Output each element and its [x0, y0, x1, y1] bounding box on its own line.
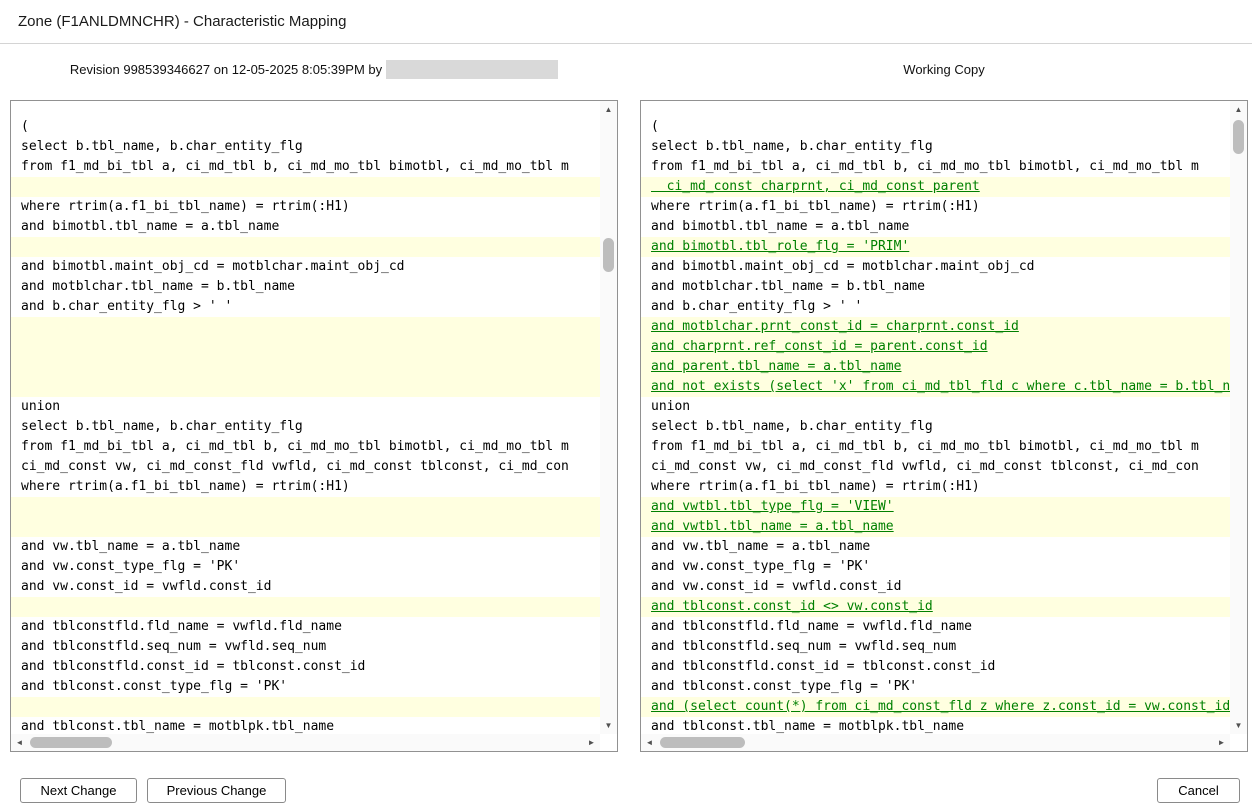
code-line: from f1_md_bi_tbl a, ci_md_tbl b, ci_md_… — [641, 437, 1230, 457]
code-line — [11, 497, 600, 517]
code-line: from f1_md_bi_tbl a, ci_md_tbl b, ci_md_… — [641, 157, 1230, 177]
code-line: and tblconstfld.const_id = tblconst.cons… — [11, 657, 600, 677]
code-line — [11, 517, 600, 537]
previous-change-button[interactable]: Previous Change — [147, 778, 286, 803]
code-line: and bimotbl.maint_obj_cd = motblchar.mai… — [641, 257, 1230, 277]
revision-header: Revision 998539346627 on 12-05-2025 8:05… — [10, 58, 618, 80]
page-title: Zone (F1ANLDMNCHR) - Characteristic Mapp… — [18, 13, 346, 30]
code-line: ci_md_const vw, ci_md_const_fld vwfld, c… — [11, 457, 600, 477]
scroll-down-arrow-icon[interactable]: ▼ — [1230, 717, 1247, 734]
code-line: and (select count(*) from ci_md_const_fl… — [641, 697, 1230, 717]
working-copy-code-area[interactable]: (select b.tbl_name, b.char_entity_flgfro… — [641, 101, 1230, 734]
redacted-username — [386, 60, 558, 79]
scroll-up-arrow-icon[interactable]: ▲ — [600, 101, 617, 118]
code-line: select b.tbl_name, b.char_entity_flg — [641, 417, 1230, 437]
code-line: and vwtbl.tbl_name = a.tbl_name — [641, 517, 1230, 537]
code-line: from f1_md_bi_tbl a, ci_md_tbl b, ci_md_… — [11, 157, 600, 177]
code-line — [11, 337, 600, 357]
code-line: and bimotbl.tbl_name = a.tbl_name — [641, 217, 1230, 237]
code-line — [11, 237, 600, 257]
code-line: and tblconst.const_type_flg = 'PK' — [641, 677, 1230, 697]
working-copy-vertical-scrollbar[interactable]: ▲ ▼ — [1230, 101, 1247, 734]
code-line: and tblconst.tbl_name = motblpk.tbl_name — [11, 717, 600, 734]
code-line: ( — [641, 117, 1230, 137]
scroll-down-arrow-icon[interactable]: ▼ — [600, 717, 617, 734]
diff-panel-revision: (select b.tbl_name, b.char_entity_flgfro… — [10, 100, 618, 752]
code-line: and motblchar.tbl_name = b.tbl_name — [641, 277, 1230, 297]
code-line: and vw.const_id = vwfld.const_id — [641, 577, 1230, 597]
code-line: select b.tbl_name, b.char_entity_flg — [641, 137, 1230, 157]
revision-horizontal-scrollbar[interactable]: ◄ ► — [11, 734, 600, 751]
code-line — [11, 357, 600, 377]
scroll-up-arrow-icon[interactable]: ▲ — [1230, 101, 1247, 118]
code-line: and vw.tbl_name = a.tbl_name — [11, 537, 600, 557]
code-line: ( — [11, 117, 600, 137]
code-line: and b.char_entity_flg > ' ' — [11, 297, 600, 317]
revision-label: Revision 998539346627 on 12-05-2025 8:05… — [70, 62, 382, 77]
working-copy-horizontal-scrollbar[interactable]: ◄ ► — [641, 734, 1230, 751]
scroll-right-arrow-icon[interactable]: ► — [583, 734, 600, 751]
code-line: select b.tbl_name, b.char_entity_flg — [11, 137, 600, 157]
scroll-left-arrow-icon[interactable]: ◄ — [641, 734, 658, 751]
revision-code-area[interactable]: (select b.tbl_name, b.char_entity_flgfro… — [11, 101, 600, 734]
code-line: and tblconstfld.fld_name = vwfld.fld_nam… — [641, 617, 1230, 637]
code-line: and tblconst.const_id <> vw.const_id — [641, 597, 1230, 617]
code-line: and motblchar.tbl_name = b.tbl_name — [11, 277, 600, 297]
code-line: and tblconst.const_type_flg = 'PK' — [11, 677, 600, 697]
revision-vertical-scrollbar[interactable]: ▲ ▼ — [600, 101, 617, 734]
working-copy-label: Working Copy — [903, 62, 984, 77]
code-line: and bimotbl.tbl_name = a.tbl_name — [11, 217, 600, 237]
code-line: and b.char_entity_flg > ' ' — [641, 297, 1230, 317]
code-line: and vw.const_type_flg = 'PK' — [11, 557, 600, 577]
code-line: union — [11, 397, 600, 417]
code-line: and not exists (select 'x' from ci_md_tb… — [641, 377, 1230, 397]
code-line: where rtrim(a.f1_bi_tbl_name) = rtrim(:H… — [641, 477, 1230, 497]
code-line: and bimotbl.tbl_role_flg = 'PRIM' — [641, 237, 1230, 257]
code-line: and parent.tbl_name = a.tbl_name — [641, 357, 1230, 377]
code-line — [11, 597, 600, 617]
code-line: union — [641, 397, 1230, 417]
diff-panel-working-copy: (select b.tbl_name, b.char_entity_flgfro… — [640, 100, 1248, 752]
code-line: and tblconstfld.seq_num = vwfld.seq_num — [641, 637, 1230, 657]
code-line: and vw.const_id = vwfld.const_id — [11, 577, 600, 597]
scroll-right-arrow-icon[interactable]: ► — [1213, 734, 1230, 751]
code-line: ci_md_const charprnt, ci_md_const parent — [641, 177, 1230, 197]
code-line: and tblconst.tbl_name = motblpk.tbl_name — [641, 717, 1230, 734]
code-line — [11, 317, 600, 337]
code-line: where rtrim(a.f1_bi_tbl_name) = rtrim(:H… — [641, 197, 1230, 217]
horizontal-scroll-thumb[interactable] — [660, 737, 745, 748]
next-change-button[interactable]: Next Change — [20, 778, 137, 803]
code-line: where rtrim(a.f1_bi_tbl_name) = rtrim(:H… — [11, 477, 600, 497]
horizontal-scroll-thumb[interactable] — [30, 737, 112, 748]
code-line: and vw.tbl_name = a.tbl_name — [641, 537, 1230, 557]
working-copy-header: Working Copy — [640, 58, 1248, 80]
code-line: where rtrim(a.f1_bi_tbl_name) = rtrim(:H… — [11, 197, 600, 217]
code-line — [11, 697, 600, 717]
code-line — [11, 177, 600, 197]
code-line: select b.tbl_name, b.char_entity_flg — [11, 417, 600, 437]
code-line: and vwtbl.tbl_type_flg = 'VIEW' — [641, 497, 1230, 517]
code-line: and vw.const_type_flg = 'PK' — [641, 557, 1230, 577]
code-line: and tblconstfld.seq_num = vwfld.seq_num — [11, 637, 600, 657]
code-line: and tblconstfld.fld_name = vwfld.fld_nam… — [11, 617, 600, 637]
titlebar: Zone (F1ANLDMNCHR) - Characteristic Mapp… — [0, 0, 1252, 44]
code-line: and motblchar.prnt_const_id = charprnt.c… — [641, 317, 1230, 337]
code-line: from f1_md_bi_tbl a, ci_md_tbl b, ci_md_… — [11, 437, 600, 457]
scroll-left-arrow-icon[interactable]: ◄ — [11, 734, 28, 751]
vertical-scroll-thumb[interactable] — [603, 238, 614, 272]
code-line — [11, 377, 600, 397]
code-line: and charprnt.ref_const_id = parent.const… — [641, 337, 1230, 357]
code-line: and bimotbl.maint_obj_cd = motblchar.mai… — [11, 257, 600, 277]
cancel-button[interactable]: Cancel — [1157, 778, 1240, 803]
vertical-scroll-thumb[interactable] — [1233, 120, 1244, 154]
code-line: ci_md_const vw, ci_md_const_fld vwfld, c… — [641, 457, 1230, 477]
code-line: and tblconstfld.const_id = tblconst.cons… — [641, 657, 1230, 677]
